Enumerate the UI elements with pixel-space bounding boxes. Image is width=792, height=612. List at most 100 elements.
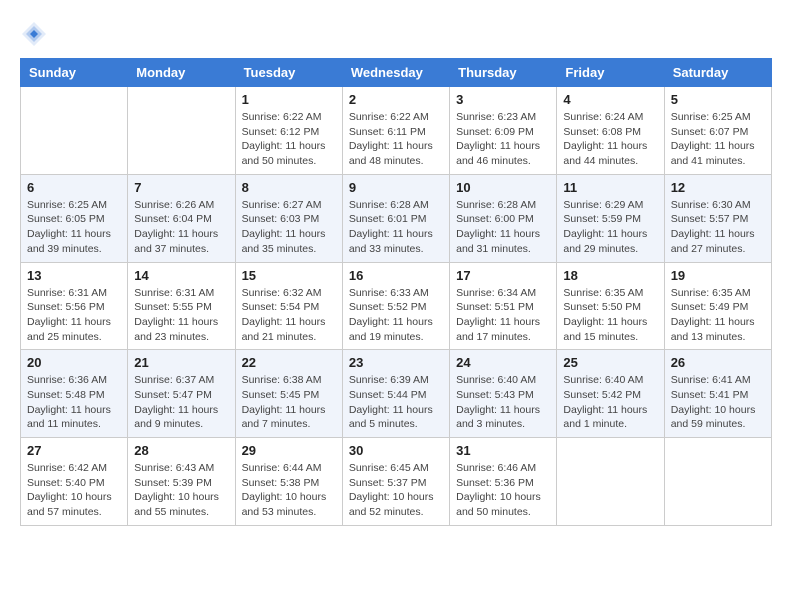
calendar-cell: 23 Sunrise: 6:39 AM Sunset: 5:44 PM Dayli… [342, 350, 449, 438]
calendar-cell: 3Sunrise: 6:23 AM Sunset: 6:09 PM Daylig… [450, 87, 557, 175]
day-detail: Sunrise: 6:35 AM Sunset: 5:49 PM Dayligh… [671, 286, 765, 345]
calendar-cell: 12 Sunrise: 6:30 AM Sunset: 5:57 PM Dayli… [664, 174, 771, 262]
calendar-cell: 4 Sunrise: 6:24 AM Sunset: 6:08 PM Daylig… [557, 87, 664, 175]
day-number: 1 [242, 92, 336, 107]
day-detail: Sunrise: 6:35 AM Sunset: 5:50 PM Dayligh… [563, 286, 657, 345]
day-detail: Sunrise: 6:36 AM Sunset: 5:48 PM Dayligh… [27, 373, 121, 432]
day-detail: Sunrise: 6:31 AM Sunset: 5:56 PM Dayligh… [27, 286, 121, 345]
calendar-cell [128, 87, 235, 175]
weekday-header: Sunday [21, 59, 128, 87]
day-number: 28 [134, 443, 228, 458]
calendar-cell: 13 Sunrise: 6:31 AM Sunset: 5:56 PM Dayli… [21, 262, 128, 350]
calendar-week-row: 20 Sunrise: 6:36 AM Sunset: 5:48 PM Dayli… [21, 350, 772, 438]
day-number: 29 [242, 443, 336, 458]
day-number: 17 [456, 268, 550, 283]
day-detail: Sunrise: 6:42 AM Sunset: 5:40 PM Dayligh… [27, 461, 121, 520]
day-detail: Sunrise: 6:28 AM Sunset: 6:01 PM Dayligh… [349, 198, 443, 257]
calendar-cell: 28 Sunrise: 6:43 AM Sunset: 5:39 PM Dayli… [128, 438, 235, 526]
calendar-week-row: 13 Sunrise: 6:31 AM Sunset: 5:56 PM Dayli… [21, 262, 772, 350]
day-number: 10 [456, 180, 550, 195]
day-number: 25 [563, 355, 657, 370]
day-number: 31 [456, 443, 550, 458]
day-number: 8 [242, 180, 336, 195]
calendar-cell: 29Sunrise: 6:44 AM Sunset: 5:38 PM Dayli… [235, 438, 342, 526]
calendar-cell: 17 Sunrise: 6:34 AM Sunset: 5:51 PM Dayli… [450, 262, 557, 350]
day-detail: Sunrise: 6:25 AM Sunset: 6:07 PM Dayligh… [671, 110, 765, 169]
calendar-cell: 24 Sunrise: 6:40 AM Sunset: 5:43 PM Dayli… [450, 350, 557, 438]
day-number: 3 [456, 92, 550, 107]
calendar-cell: 10 Sunrise: 6:28 AM Sunset: 6:00 PM Dayli… [450, 174, 557, 262]
calendar-cell: 19 Sunrise: 6:35 AM Sunset: 5:49 PM Dayli… [664, 262, 771, 350]
day-detail: Sunrise: 6:34 AM Sunset: 5:51 PM Dayligh… [456, 286, 550, 345]
calendar-cell: 26Sunrise: 6:41 AM Sunset: 5:41 PM Dayli… [664, 350, 771, 438]
calendar-week-row: 1Sunrise: 6:22 AM Sunset: 6:12 PM Daylig… [21, 87, 772, 175]
calendar-cell: 16 Sunrise: 6:33 AM Sunset: 5:52 PM Dayli… [342, 262, 449, 350]
day-detail: Sunrise: 6:27 AM Sunset: 6:03 PM Dayligh… [242, 198, 336, 257]
calendar-cell: 11 Sunrise: 6:29 AM Sunset: 5:59 PM Dayli… [557, 174, 664, 262]
calendar-cell [664, 438, 771, 526]
day-number: 9 [349, 180, 443, 195]
day-detail: Sunrise: 6:26 AM Sunset: 6:04 PM Dayligh… [134, 198, 228, 257]
day-detail: Sunrise: 6:30 AM Sunset: 5:57 PM Dayligh… [671, 198, 765, 257]
calendar-header-row: SundayMondayTuesdayWednesdayThursdayFrid… [21, 59, 772, 87]
day-detail: Sunrise: 6:31 AM Sunset: 5:55 PM Dayligh… [134, 286, 228, 345]
calendar-cell: 7Sunrise: 6:26 AM Sunset: 6:04 PM Daylig… [128, 174, 235, 262]
day-number: 27 [27, 443, 121, 458]
calendar-week-row: 6Sunrise: 6:25 AM Sunset: 6:05 PM Daylig… [21, 174, 772, 262]
day-detail: Sunrise: 6:24 AM Sunset: 6:08 PM Dayligh… [563, 110, 657, 169]
weekday-header: Wednesday [342, 59, 449, 87]
day-number: 12 [671, 180, 765, 195]
day-number: 4 [563, 92, 657, 107]
calendar-cell: 20 Sunrise: 6:36 AM Sunset: 5:48 PM Dayli… [21, 350, 128, 438]
calendar-cell: 5Sunrise: 6:25 AM Sunset: 6:07 PM Daylig… [664, 87, 771, 175]
calendar-cell: 1Sunrise: 6:22 AM Sunset: 6:12 PM Daylig… [235, 87, 342, 175]
calendar-week-row: 27 Sunrise: 6:42 AM Sunset: 5:40 PM Dayli… [21, 438, 772, 526]
weekday-header: Tuesday [235, 59, 342, 87]
day-number: 22 [242, 355, 336, 370]
calendar-cell: 22 Sunrise: 6:38 AM Sunset: 5:45 PM Dayli… [235, 350, 342, 438]
day-detail: Sunrise: 6:38 AM Sunset: 5:45 PM Dayligh… [242, 373, 336, 432]
weekday-header: Monday [128, 59, 235, 87]
day-number: 21 [134, 355, 228, 370]
day-detail: Sunrise: 6:40 AM Sunset: 5:43 PM Dayligh… [456, 373, 550, 432]
day-number: 16 [349, 268, 443, 283]
weekday-header: Saturday [664, 59, 771, 87]
day-detail: Sunrise: 6:40 AM Sunset: 5:42 PM Dayligh… [563, 373, 657, 432]
logo-icon [20, 20, 48, 48]
weekday-header: Thursday [450, 59, 557, 87]
day-detail: Sunrise: 6:39 AM Sunset: 5:44 PM Dayligh… [349, 373, 443, 432]
calendar-table: SundayMondayTuesdayWednesdayThursdayFrid… [20, 58, 772, 526]
calendar-cell [21, 87, 128, 175]
day-detail: Sunrise: 6:32 AM Sunset: 5:54 PM Dayligh… [242, 286, 336, 345]
day-detail: Sunrise: 6:22 AM Sunset: 6:11 PM Dayligh… [349, 110, 443, 169]
day-number: 15 [242, 268, 336, 283]
day-detail: Sunrise: 6:29 AM Sunset: 5:59 PM Dayligh… [563, 198, 657, 257]
day-number: 20 [27, 355, 121, 370]
calendar-cell: 9 Sunrise: 6:28 AM Sunset: 6:01 PM Daylig… [342, 174, 449, 262]
day-number: 30 [349, 443, 443, 458]
calendar-cell: 31 Sunrise: 6:46 AM Sunset: 5:36 PM Dayli… [450, 438, 557, 526]
calendar-cell [557, 438, 664, 526]
calendar-cell: 27 Sunrise: 6:42 AM Sunset: 5:40 PM Dayli… [21, 438, 128, 526]
calendar-cell: 21Sunrise: 6:37 AM Sunset: 5:47 PM Dayli… [128, 350, 235, 438]
day-number: 2 [349, 92, 443, 107]
day-number: 6 [27, 180, 121, 195]
day-detail: Sunrise: 6:28 AM Sunset: 6:00 PM Dayligh… [456, 198, 550, 257]
day-number: 18 [563, 268, 657, 283]
day-detail: Sunrise: 6:33 AM Sunset: 5:52 PM Dayligh… [349, 286, 443, 345]
day-number: 13 [27, 268, 121, 283]
day-number: 11 [563, 180, 657, 195]
day-detail: Sunrise: 6:41 AM Sunset: 5:41 PM Dayligh… [671, 373, 765, 432]
day-number: 23 [349, 355, 443, 370]
logo [20, 20, 52, 48]
day-detail: Sunrise: 6:43 AM Sunset: 5:39 PM Dayligh… [134, 461, 228, 520]
calendar-cell: 30 Sunrise: 6:45 AM Sunset: 5:37 PM Dayli… [342, 438, 449, 526]
day-number: 19 [671, 268, 765, 283]
day-detail: Sunrise: 6:45 AM Sunset: 5:37 PM Dayligh… [349, 461, 443, 520]
calendar-cell: 6Sunrise: 6:25 AM Sunset: 6:05 PM Daylig… [21, 174, 128, 262]
calendar-cell: 8 Sunrise: 6:27 AM Sunset: 6:03 PM Daylig… [235, 174, 342, 262]
day-detail: Sunrise: 6:46 AM Sunset: 5:36 PM Dayligh… [456, 461, 550, 520]
calendar-cell: 14Sunrise: 6:31 AM Sunset: 5:55 PM Dayli… [128, 262, 235, 350]
calendar-cell: 25 Sunrise: 6:40 AM Sunset: 5:42 PM Dayli… [557, 350, 664, 438]
day-number: 24 [456, 355, 550, 370]
